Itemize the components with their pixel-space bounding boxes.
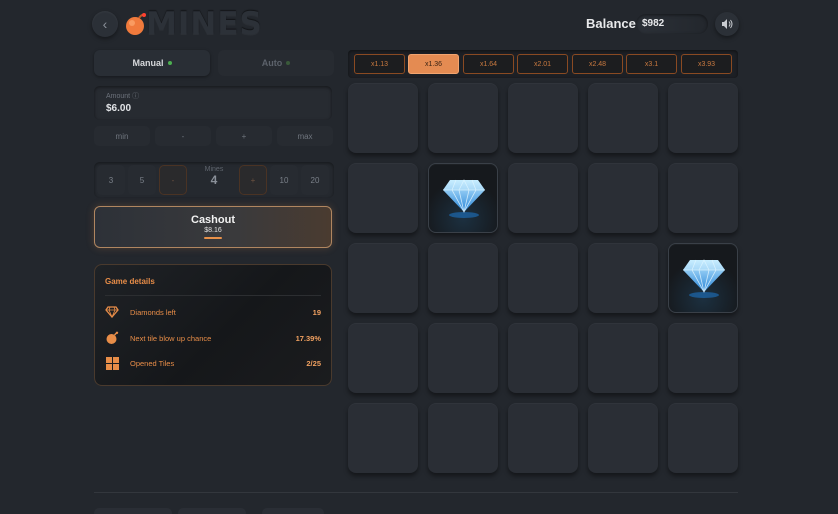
tile-hidden[interactable]	[348, 403, 418, 473]
back-button[interactable]: ‹	[92, 11, 118, 37]
active-dot-icon	[167, 61, 172, 65]
multiplier-step: x2.48	[572, 54, 623, 74]
multiplier-step: x3.1	[626, 54, 677, 74]
mines-increment-button[interactable]: +	[239, 165, 267, 195]
tile-hidden[interactable]	[588, 243, 658, 313]
mines-selector: 3 5 - Mines 4 + 10 20	[94, 162, 334, 198]
diamond-icon	[105, 305, 119, 319]
tile-revealed-diamond	[668, 243, 738, 313]
amount-label: Amount ⓘ	[106, 93, 140, 100]
tile-hidden[interactable]	[508, 323, 578, 393]
multiplier-step: x3.93	[681, 54, 732, 74]
diamond-icon	[683, 259, 725, 298]
diamond-icon	[443, 179, 485, 218]
tab-manual-label: Manual	[132, 58, 164, 68]
speaker-icon	[722, 19, 733, 29]
tile-hidden[interactable]	[588, 83, 658, 153]
bottom-tab[interactable]	[262, 508, 324, 514]
tile-hidden[interactable]	[588, 403, 658, 473]
multiplier-bar: x1.13 x1.36 x1.64 x2.01 x2.48 x3.1 x3.93	[348, 50, 738, 78]
tile-hidden[interactable]	[668, 323, 738, 393]
tile-revealed-diamond	[428, 163, 498, 233]
mines-value: 4	[210, 173, 218, 187]
tab-auto[interactable]: Auto	[218, 50, 334, 76]
tile-hidden[interactable]	[588, 163, 658, 233]
tile-hidden[interactable]	[428, 323, 498, 393]
mines-option-20[interactable]: 20	[301, 165, 329, 195]
tile-hidden[interactable]	[668, 163, 738, 233]
balance-label: Balance:	[586, 16, 641, 31]
tile-hidden[interactable]	[428, 243, 498, 313]
game-details-title: Game details	[105, 277, 155, 286]
chevron-left-icon: ‹	[102, 16, 108, 32]
detail-label: Opened Tiles	[130, 358, 175, 368]
detail-row-opened: Opened Tiles 2/25	[105, 356, 321, 370]
tile-hidden[interactable]	[588, 323, 658, 393]
tab-auto-label: Auto	[261, 58, 283, 68]
amount-min-button[interactable]: min	[94, 126, 150, 146]
sound-button[interactable]	[715, 12, 739, 36]
amount-value: $6.00	[106, 103, 132, 114]
multiplier-step: x1.13	[354, 54, 405, 74]
multiplier-step: x1.64	[463, 54, 514, 74]
mines-label: Mines	[204, 166, 224, 173]
balance-value: $982	[636, 14, 708, 34]
grid-icon	[105, 356, 119, 370]
detail-label: Next tile blow up chance	[130, 333, 212, 343]
divider	[94, 492, 738, 493]
bottom-tab[interactable]	[178, 508, 246, 514]
game-details-panel: Game details Diamonds left 19 Next tile …	[94, 264, 332, 386]
tab-manual[interactable]: Manual	[94, 50, 210, 76]
amount-decrease-button[interactable]: -	[155, 126, 211, 146]
tile-hidden[interactable]	[508, 83, 578, 153]
divider	[105, 295, 321, 296]
amount-max-button[interactable]: max	[277, 126, 333, 146]
tile-hidden[interactable]	[428, 403, 498, 473]
inactive-dot-icon	[286, 61, 291, 65]
mines-option-3[interactable]: 3	[97, 165, 125, 195]
cashout-indicator	[204, 237, 222, 239]
cashout-label: Cashout	[191, 214, 235, 226]
multiplier-step: x2.01	[517, 54, 568, 74]
tile-hidden[interactable]	[348, 163, 418, 233]
mode-tabs: Manual Auto	[94, 50, 334, 76]
tile-hidden[interactable]	[508, 243, 578, 313]
detail-value: 17.39%	[295, 333, 321, 343]
mines-option-10[interactable]: 10	[270, 165, 298, 195]
tile-hidden[interactable]	[668, 403, 738, 473]
detail-label: Diamonds left	[130, 307, 176, 317]
tile-hidden[interactable]	[348, 323, 418, 393]
logo-text: MINES	[146, 6, 263, 42]
amount-field[interactable]: Amount ⓘ $6.00	[94, 86, 332, 120]
detail-row-diamonds: Diamonds left 19	[105, 305, 321, 319]
bottom-tab[interactable]	[94, 508, 172, 514]
multiplier-step-active: x1.36	[408, 54, 459, 74]
cashout-button[interactable]: Cashout $8.16	[94, 206, 332, 248]
amount-increase-button[interactable]: +	[216, 126, 272, 146]
cashout-amount: $8.16	[204, 227, 222, 234]
mines-display: Mines 4	[192, 166, 236, 187]
tile-hidden[interactable]	[508, 403, 578, 473]
bomb-icon	[105, 331, 119, 345]
tile-hidden[interactable]	[508, 163, 578, 233]
mines-option-5[interactable]: 5	[128, 165, 156, 195]
mines-decrement-button[interactable]: -	[159, 165, 187, 195]
detail-value: 19	[312, 307, 321, 317]
bomb-logo-icon	[126, 13, 146, 35]
tile-hidden[interactable]	[348, 243, 418, 313]
tile-hidden[interactable]	[428, 83, 498, 153]
tile-hidden[interactable]	[668, 83, 738, 153]
detail-value: 2/25	[306, 358, 321, 368]
tile-hidden[interactable]	[348, 83, 418, 153]
detail-row-blowup: Next tile blow up chance 17.39%	[105, 331, 321, 345]
